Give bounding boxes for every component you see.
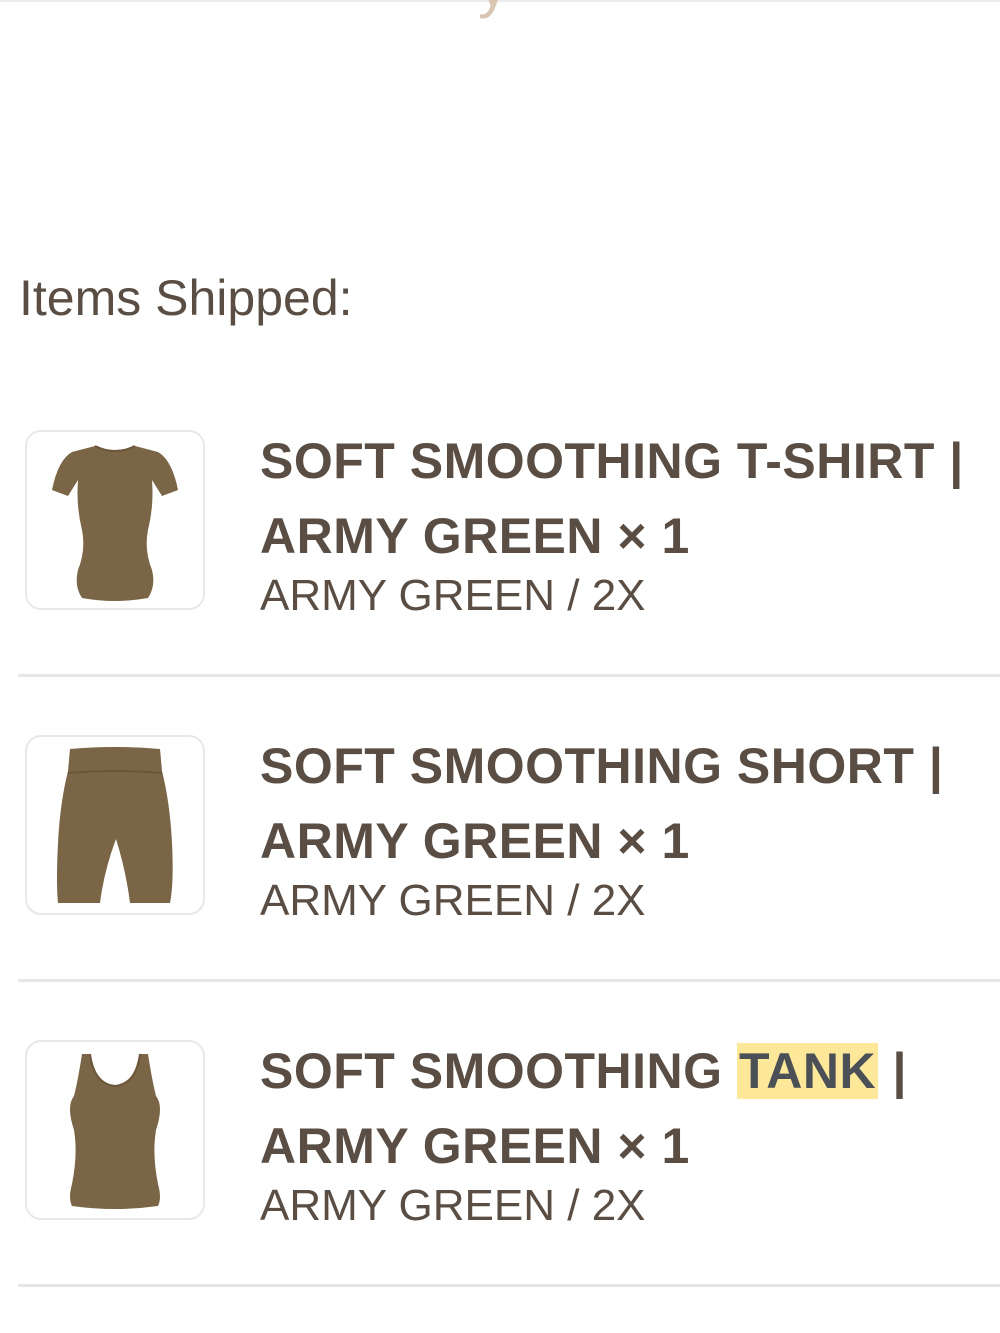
items-shipped-heading: Items Shipped: (19, 270, 353, 326)
product-variant: ARMY GREEN / 2X (260, 876, 646, 925)
search-highlight: TANK (736, 1043, 879, 1099)
product-variant: ARMY GREEN / 2X (260, 1181, 646, 1230)
tank-top-icon (70, 1053, 160, 1209)
product-thumbnail[interactable] (25, 1040, 205, 1220)
product-name-line2: ARMY GREEN × 1 (260, 813, 690, 869)
shipped-item: SOFT SMOOTHING TANK | ARMY GREEN × 1 ARM… (18, 982, 1000, 1287)
product-name[interactable]: SOFT SMOOTHING TANK | ARMY GREEN × 1 (260, 1034, 1000, 1184)
cropped-text-fragment: y (478, 0, 508, 16)
product-name-suffix: | (878, 1043, 907, 1099)
product-variant: ARMY GREEN / 2X (260, 571, 646, 620)
shipped-item: SOFT SMOOTHING T-SHIRT | ARMY GREEN × 1 … (18, 372, 1000, 677)
product-name-line2: ARMY GREEN × 1 (260, 1118, 690, 1174)
shorts-icon (57, 746, 173, 903)
product-name[interactable]: SOFT SMOOTHING T-SHIRT | ARMY GREEN × 1 (260, 424, 1000, 574)
product-name-line1: SOFT SMOOTHING T-SHIRT | (260, 433, 964, 489)
product-thumbnail[interactable] (25, 430, 205, 610)
product-name-line2: ARMY GREEN × 1 (260, 508, 690, 564)
product-name-prefix: SOFT SMOOTHING (260, 1043, 737, 1099)
product-name-line1: SOFT SMOOTHING SHORT | (260, 738, 944, 794)
product-thumbnail[interactable] (25, 735, 205, 915)
product-name-line1: SOFT SMOOTHING TANK | (260, 1034, 1000, 1109)
item-divider (18, 1284, 1000, 1287)
product-name[interactable]: SOFT SMOOTHING SHORT | ARMY GREEN × 1 (260, 729, 1000, 879)
shipped-item: SOFT SMOOTHING SHORT | ARMY GREEN × 1 AR… (18, 677, 1000, 982)
tshirt-icon (52, 444, 178, 601)
